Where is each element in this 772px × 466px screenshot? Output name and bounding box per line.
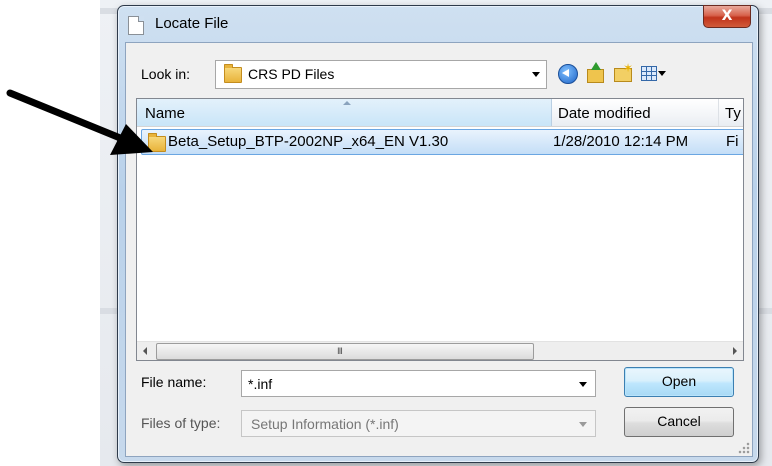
sort-ascending-icon bbox=[343, 101, 351, 105]
title-bar[interactable]: Locate File X bbox=[118, 5, 758, 42]
scroll-grip: III bbox=[337, 347, 343, 357]
look-in-value: CRS PD Files bbox=[248, 66, 335, 82]
folder-icon bbox=[148, 133, 166, 152]
files-of-type-value: Setup Information (*.inf) bbox=[251, 416, 399, 432]
document-icon bbox=[128, 16, 144, 35]
dialog-title: Locate File bbox=[155, 15, 229, 32]
type-cell: Fi bbox=[726, 133, 739, 150]
views-menu-icon[interactable] bbox=[639, 62, 667, 84]
look-in-dropdown[interactable]: CRS PD Files bbox=[215, 60, 547, 89]
files-of-type-label: Files of type: bbox=[141, 415, 221, 431]
open-button[interactable]: Open bbox=[624, 367, 734, 397]
file-row-selected[interactable]: Beta_Setup_BTP-2002NP_x64_EN V1.30 1/28/… bbox=[141, 129, 743, 155]
cancel-button[interactable]: Cancel bbox=[624, 407, 734, 437]
file-name-value: *.inf bbox=[248, 376, 273, 392]
dialog-body: Look in: CRS PD Files ✶ Name Date modifi… bbox=[125, 42, 753, 457]
chevron-down-icon bbox=[579, 422, 587, 427]
file-name-input[interactable]: *.inf bbox=[241, 370, 596, 397]
resize-grip[interactable] bbox=[738, 442, 750, 454]
file-list[interactable]: Name Date modified Ty Beta_Setup_BTP-200… bbox=[136, 98, 744, 361]
column-header-label: Ty bbox=[725, 105, 741, 122]
scroll-right-button[interactable] bbox=[725, 342, 743, 360]
column-header-type[interactable]: Ty bbox=[719, 99, 743, 126]
chevron-down-icon[interactable] bbox=[579, 382, 587, 387]
column-header-name[interactable]: Name bbox=[137, 99, 552, 126]
locate-file-dialog: Locate File X Look in: CRS PD Files ✶ Na… bbox=[117, 5, 759, 463]
look-in-label: Look in: bbox=[141, 66, 191, 82]
new-folder-icon[interactable]: ✶ bbox=[612, 62, 634, 84]
column-header-row: Name Date modified Ty bbox=[137, 99, 743, 127]
back-icon[interactable] bbox=[556, 62, 578, 84]
files-of-type-dropdown: Setup Information (*.inf) bbox=[241, 410, 596, 437]
file-name-label: File name: bbox=[141, 374, 207, 390]
horizontal-scrollbar[interactable]: III bbox=[137, 341, 743, 360]
chevron-down-icon bbox=[532, 72, 540, 77]
column-header-label: Name bbox=[145, 105, 186, 122]
column-header-date-modified[interactable]: Date modified bbox=[552, 99, 719, 126]
close-button[interactable]: X bbox=[703, 5, 751, 28]
column-header-label: Date modified bbox=[558, 105, 651, 122]
folder-icon bbox=[224, 64, 242, 83]
date-modified-cell: 1/28/2010 12:14 PM bbox=[553, 133, 689, 150]
file-name-cell: Beta_Setup_BTP-2002NP_x64_EN V1.30 bbox=[168, 133, 449, 150]
scroll-thumb[interactable]: III bbox=[156, 343, 534, 360]
up-folder-icon[interactable] bbox=[584, 62, 606, 84]
scroll-left-button[interactable] bbox=[137, 342, 155, 360]
